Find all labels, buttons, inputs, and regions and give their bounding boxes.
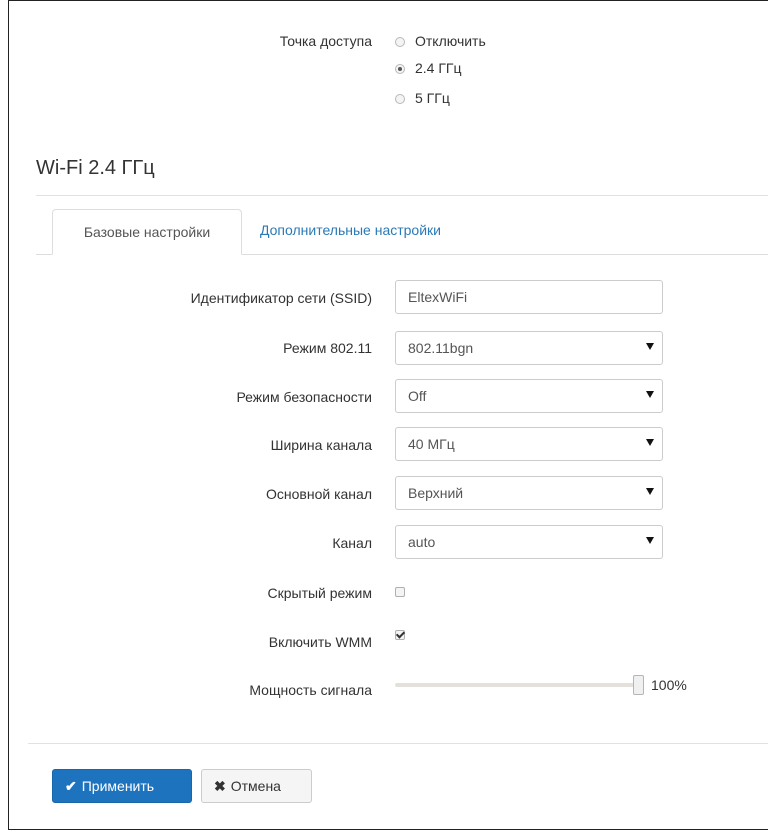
cancel-button-label: Отмена (230, 778, 281, 794)
radio-2-4ghz-label[interactable]: 2.4 ГГц (415, 60, 462, 76)
section-divider (36, 195, 768, 196)
primary-channel-select-value: Верхний (408, 485, 464, 501)
channel-width-label: Ширина канала (270, 437, 372, 453)
apply-button-label: Применить (81, 778, 155, 794)
security-select-value: Off (408, 388, 427, 404)
security-select[interactable]: Off (395, 379, 663, 413)
channel-label: Канал (332, 535, 372, 551)
mode-label: Режим 802.11 (283, 340, 372, 356)
caret-down-icon (646, 488, 654, 495)
mode-select[interactable]: 802.11bgn (395, 331, 663, 365)
tab-basic-settings[interactable]: Базовые настройки (52, 209, 242, 255)
channel-select-value: auto (408, 534, 436, 550)
radio-off-label[interactable]: Отключить (415, 33, 486, 49)
signal-power-slider-track[interactable] (395, 683, 635, 687)
section-title: Wi-Fi 2.4 ГГц (36, 157, 155, 179)
caret-down-icon (646, 439, 654, 446)
ssid-label: Идентификатор сети (SSID) (190, 290, 372, 306)
channel-width-select[interactable]: 40 МГц (395, 427, 663, 461)
mode-select-value: 802.11bgn (408, 340, 474, 356)
caret-down-icon (646, 343, 654, 350)
wmm-checkbox[interactable] (395, 630, 405, 640)
access-point-label: Точка доступа (279, 33, 372, 49)
hidden-mode-label: Скрытый режим (267, 585, 373, 601)
primary-channel-label: Основной канал (266, 486, 372, 502)
caret-down-icon (646, 391, 654, 398)
cancel-button[interactable]: ✖ Отмена (201, 769, 312, 803)
ssid-input-value: EltexWiFi (408, 289, 468, 305)
tab-advanced-settings[interactable]: Дополнительные настройки (260, 222, 441, 238)
check-icon: ✔ (65, 778, 77, 794)
hidden-mode-checkbox[interactable] (395, 587, 405, 597)
wmm-label: Включить WMM (268, 634, 372, 650)
caret-down-icon (646, 537, 654, 544)
radio-5ghz[interactable] (395, 94, 405, 104)
footer-divider (28, 743, 768, 744)
ssid-input[interactable]: EltexWiFi (395, 280, 663, 314)
signal-power-value: 100% (651, 677, 687, 693)
radio-5ghz-label[interactable]: 5 ГГц (415, 90, 450, 106)
close-icon: ✖ (214, 778, 226, 794)
radio-2-4ghz[interactable] (395, 64, 405, 74)
primary-channel-select[interactable]: Верхний (395, 476, 663, 510)
channel-select[interactable]: auto (395, 525, 663, 559)
apply-button[interactable]: ✔ Применить (52, 769, 192, 803)
signal-power-slider-handle[interactable] (633, 675, 644, 695)
panel-frame (8, 0, 768, 830)
security-label: Режим безопасности (236, 389, 372, 405)
signal-power-label: Мощность сигнала (249, 682, 372, 698)
radio-off[interactable] (395, 37, 405, 47)
channel-width-select-value: 40 МГц (408, 436, 455, 452)
